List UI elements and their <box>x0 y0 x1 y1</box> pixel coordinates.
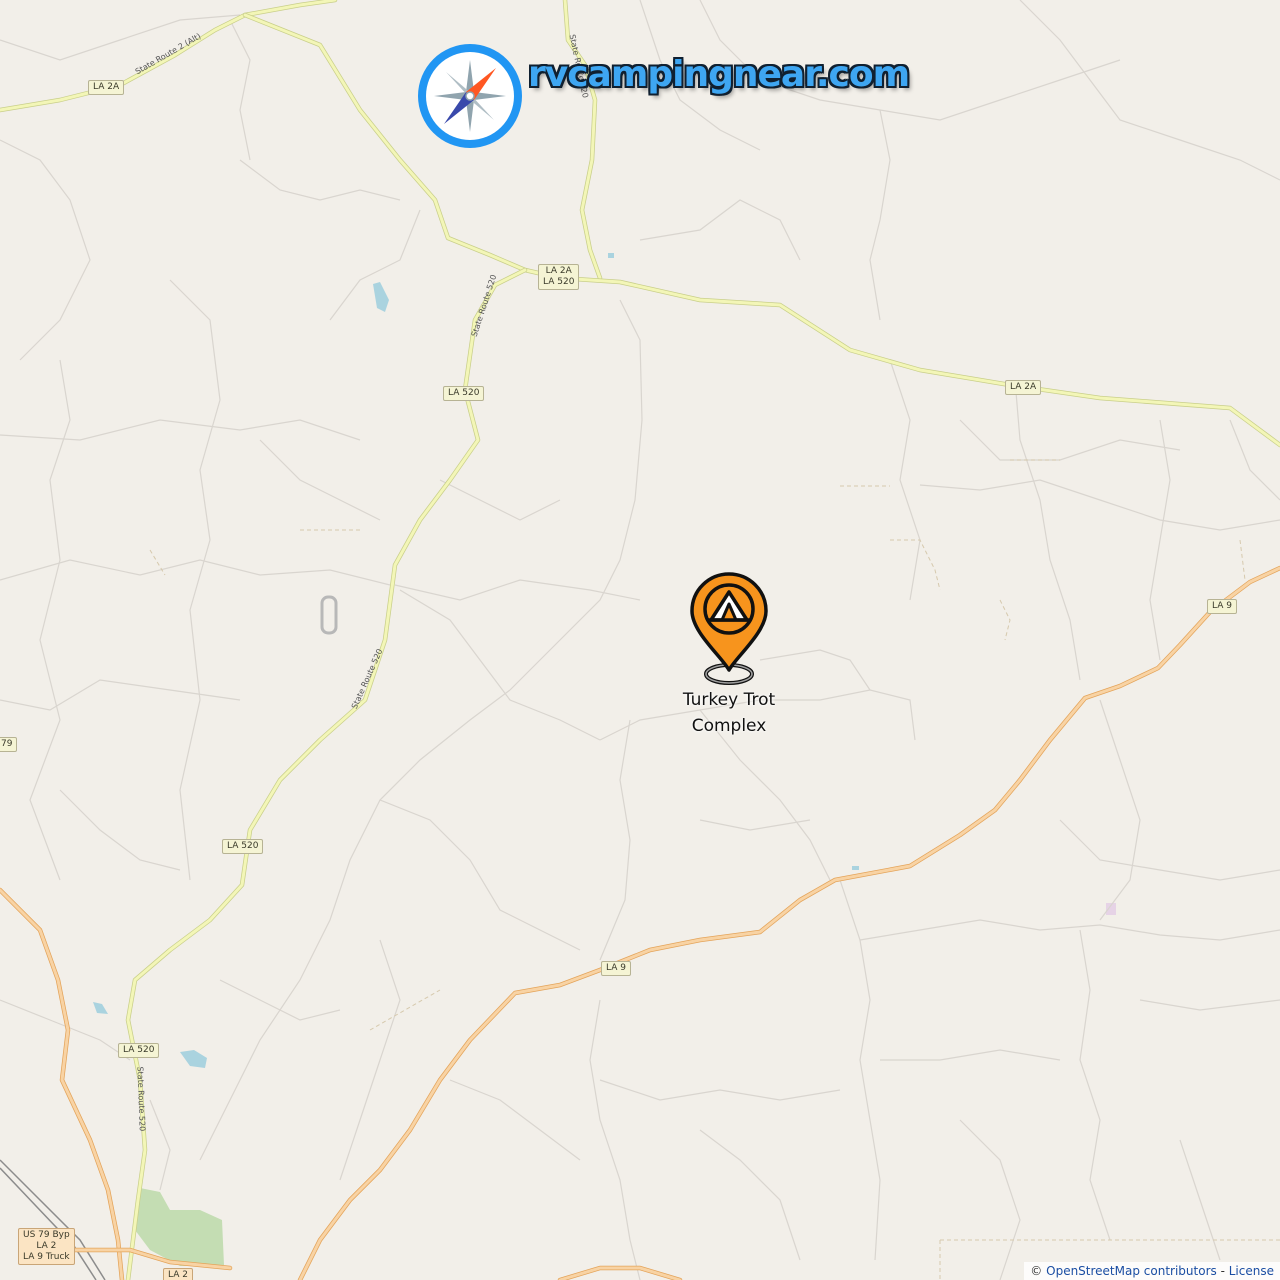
pond <box>180 1050 207 1068</box>
tent-location-pin-icon[interactable] <box>688 570 770 688</box>
road-shield: LA 2A <box>88 80 125 95</box>
compass-icon <box>418 44 522 148</box>
road-shield: LA 520 <box>222 839 264 854</box>
road-shield: LA 520 <box>443 386 485 401</box>
road-shield: 79 <box>0 737 18 752</box>
pond <box>93 1002 108 1014</box>
map-base-layer <box>0 0 1280 1280</box>
road-shield: LA 2A LA 520 <box>538 264 580 290</box>
map-canvas[interactable]: LA 2A LA 2A LA 520 LA 520 LA 2A LA 9 79 … <box>0 0 1280 1280</box>
road-shield: LA 2A <box>1005 380 1042 395</box>
license-link[interactable]: License <box>1229 1264 1274 1278</box>
copyright-symbol: © <box>1030 1264 1043 1278</box>
site-logo-text: rvcampingnear.com <box>528 54 910 95</box>
primary-roads <box>0 565 1280 1280</box>
osm-contributors-link[interactable]: OpenStreetMap contributors <box>1046 1264 1217 1278</box>
road-shield: LA 2 <box>163 1268 193 1280</box>
attribution-separator: - <box>1220 1264 1225 1278</box>
road-shield: LA 520 <box>118 1043 160 1058</box>
site-logo[interactable]: rvcampingnear.com <box>414 40 910 152</box>
road-shield: US 79 Byp LA 2 LA 9 Truck <box>18 1228 75 1265</box>
road-shield: LA 9 <box>601 961 631 976</box>
minor-roads <box>0 0 1280 1280</box>
secondary-roads <box>0 0 1280 1280</box>
pond <box>852 866 859 870</box>
track-outline <box>320 595 338 635</box>
map-attribution: © OpenStreetMap contributors - License <box>1024 1262 1280 1280</box>
road-shield: LA 9 <box>1207 599 1237 614</box>
pond <box>373 282 389 312</box>
marker-label[interactable]: Turkey Trot Complex <box>668 687 790 739</box>
pond <box>608 253 614 258</box>
